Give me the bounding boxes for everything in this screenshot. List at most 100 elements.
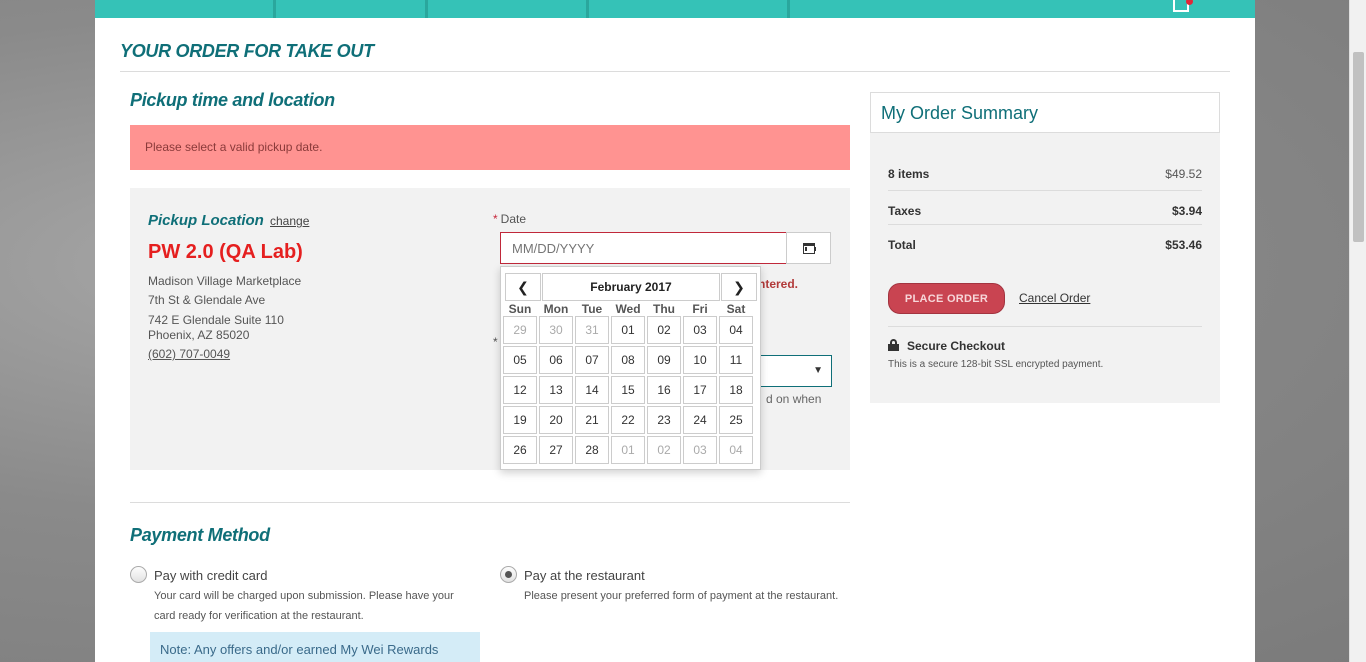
summary-value: $3.94 [1171,204,1202,218]
calendar-day[interactable]: 15 [611,376,645,404]
summary-value: $53.46 [1165,238,1202,252]
weekday-header: Mon [543,302,569,316]
error-alert: Please select a valid pickup date. [130,125,850,170]
calendar-day[interactable]: 20 [539,406,573,434]
calendar-day[interactable]: 08 [611,346,645,374]
weekday-header: Sat [726,302,746,316]
divider [888,190,1202,191]
change-location-link[interactable]: change [270,214,309,228]
weekday-header: Sun [508,302,532,316]
description-line: Please present your preferred form of pa… [524,590,839,602]
page-title: YOUR ORDER FOR TAKE OUT [120,41,374,61]
calendar-day[interactable]: 01 [611,316,645,344]
calendar-day[interactable]: 25 [719,406,753,434]
calendar-button[interactable] [786,232,831,264]
description-line: card ready for verification at the resta… [154,610,364,622]
calendar-day[interactable]: 07 [575,346,609,374]
calendar-day[interactable]: 04 [719,436,753,464]
pay-at-restaurant-description: Please present your preferred form of pa… [524,586,838,606]
store-name: PW 2.0 (QA Lab) [148,241,303,263]
calendar-day[interactable]: 22 [611,406,645,434]
chevron-right-icon: ❯ [733,278,745,295]
calendar-day[interactable]: 18 [719,376,753,404]
weekday-header: Tue [581,302,603,316]
calendar-day[interactable]: 29 [503,316,537,344]
address-line: Phoenix, AZ 85020 [148,328,250,342]
store-phone-link[interactable]: (602) 707-0049 [148,347,230,361]
time-required-mark: * [493,335,498,349]
date-label-text: Date [500,212,527,226]
calendar-day[interactable]: 31 [575,316,609,344]
caret-down-icon: ▼ [813,365,823,376]
calendar-day[interactable]: 28 [575,436,609,464]
date-input[interactable] [500,232,787,264]
rewards-note: Note: Any offers and/or earned My Wei Re… [150,632,480,662]
order-summary-panel: My Order Summary 8 items $49.52 Taxes $3… [870,92,1220,403]
calendar-day[interactable]: 01 [611,436,645,464]
calendar-day[interactable]: 17 [683,376,717,404]
pay-credit-card-radio[interactable] [130,566,147,583]
calendar-day[interactable]: 12 [503,376,537,404]
summary-label: Taxes [888,204,922,218]
calendar-day[interactable]: 02 [647,316,681,344]
summary-value: $49.52 [1165,167,1202,181]
address-line: Madison Village Marketplace [148,274,302,288]
calendar-day[interactable]: 14 [575,376,609,404]
date-label: * Date [493,212,527,226]
order-summary-heading: My Order Summary [870,92,1220,133]
address-line: 742 E Glendale Suite 110 [148,313,284,327]
weekday-header: Fri [692,302,708,316]
datepicker-next-button[interactable]: ❯ [721,273,757,301]
divider [888,326,1202,327]
calendar-day[interactable]: 06 [539,346,573,374]
calendar-day[interactable]: 30 [539,316,573,344]
cancel-order-link[interactable]: Cancel Order [1019,291,1090,305]
calendar-day[interactable]: 21 [575,406,609,434]
summary-label: 8 items [888,167,930,181]
calendar-icon [802,242,816,254]
top-navigation-bar [95,0,1255,18]
divider [130,502,850,503]
place-order-button[interactable]: PLACE ORDER [888,283,1005,314]
nav-divider [787,0,790,18]
datepicker-prev-button[interactable]: ❮ [505,273,541,301]
calendar-day[interactable]: 11 [719,346,753,374]
date-error-message: ntered. [758,277,799,291]
weekday-header: Thu [653,302,675,316]
calendar-day[interactable]: 19 [503,406,537,434]
calendar-day[interactable]: 13 [539,376,573,404]
calendar-day[interactable]: 03 [683,436,717,464]
pay-at-restaurant-radio[interactable] [500,566,517,583]
payment-section-heading: Payment Method [130,525,270,545]
calendar-day[interactable]: 16 [647,376,681,404]
calendar-day[interactable]: 05 [503,346,537,374]
calendar-day[interactable]: 04 [719,316,753,344]
nav-divider [273,0,276,18]
pay-credit-card-description: Your card will be charged upon submissio… [154,586,454,626]
pay-credit-card-label[interactable]: Pay with credit card [154,568,267,583]
pay-at-restaurant-label[interactable]: Pay at the restaurant [524,568,645,583]
time-help-text: d on when [766,392,822,406]
calendar-day[interactable]: 02 [647,436,681,464]
cart-badge [1186,0,1193,5]
chevron-left-icon: ❮ [517,278,529,295]
lock-icon [888,339,899,351]
pickup-location-label: Pickup Location [148,212,264,229]
calendar-day[interactable]: 23 [647,406,681,434]
weekday-header: Wed [615,302,641,316]
page: YOUR ORDER FOR TAKE OUT Pickup time and … [95,0,1255,662]
nav-divider [586,0,589,18]
cart-icon[interactable] [1167,0,1195,14]
datepicker-month-title[interactable]: February 2017 [542,273,720,301]
datepicker-popup: ❮ February 2017 ❯ Sun Mon Tue Wed Thu Fri Sat 2… [500,266,761,470]
calendar-day[interactable]: 24 [683,406,717,434]
calendar-day[interactable]: 27 [539,436,573,464]
scrollbar-thumb[interactable] [1353,52,1364,242]
divider [120,71,1230,72]
calendar-day[interactable]: 03 [683,316,717,344]
calendar-day[interactable]: 26 [503,436,537,464]
secure-checkout-description: This is a secure 128-bit SSL encrypted p… [888,359,1104,370]
page-scrollbar[interactable] [1349,0,1366,662]
calendar-day[interactable]: 10 [683,346,717,374]
calendar-day[interactable]: 09 [647,346,681,374]
